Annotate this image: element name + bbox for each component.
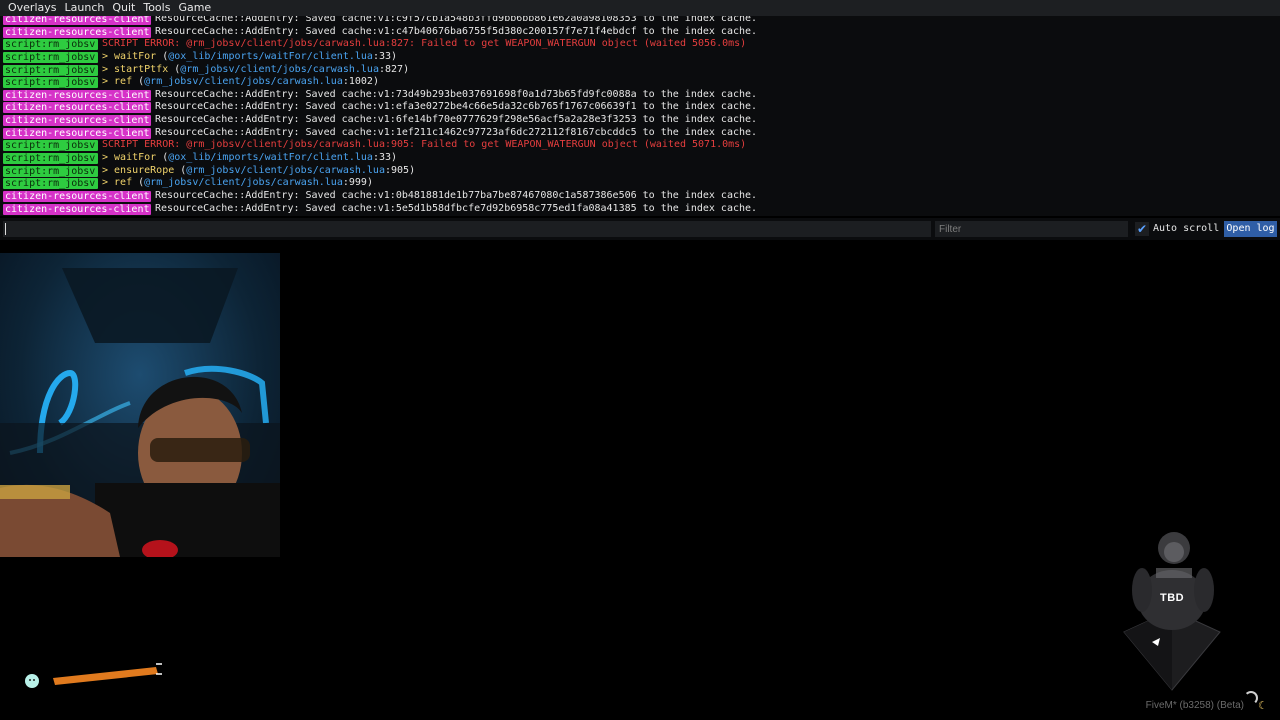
log-source-tag: script:rm_jobsv <box>3 165 98 177</box>
log-message: ResourceCache::AddEntry: Saved cache:v1:… <box>155 101 758 113</box>
loading-spinner-icon <box>1244 691 1258 705</box>
menu-item-tools[interactable]: Tools <box>139 0 174 16</box>
trace-path: @rm_jobsv/client/jobs/carwash.lua <box>144 76 343 88</box>
log-source-tag: script:rm_jobsv <box>3 140 98 152</box>
log-source-tag: citizen-resources-client <box>3 127 151 139</box>
trace-line-number: 905 <box>391 164 410 176</box>
trace-function: > waitFor <box>102 50 157 62</box>
trace-function: > waitFor <box>102 152 157 164</box>
trace-function: > ref <box>102 76 133 88</box>
moon-icon: ☾ <box>1258 699 1268 712</box>
fivem-version-label: FiveM* (b3258) (Beta) <box>1145 700 1244 711</box>
trace-path: @ox_lib/imports/waitFor/client.lua <box>168 152 373 164</box>
log-row: citizen-resources-client ResourceCache::A… <box>3 101 1265 114</box>
log-row: citizen-resources-client ResourceCache::A… <box>3 203 1265 216</box>
log-row: citizen-resources-client ResourceCache::A… <box>3 16 1265 26</box>
log-row: script:rm_jobsv > waitFor (@ox_lib/import… <box>3 51 1265 64</box>
command-input[interactable] <box>3 221 931 237</box>
log-row: citizen-resources-client ResourceCache::A… <box>3 89 1265 102</box>
log-message: ResourceCache::AddEntry: Saved cache:v1:… <box>155 189 758 201</box>
error-message: SCRIPT ERROR: @rm_jobsv/client/jobs/carw… <box>102 38 747 50</box>
menu-item-game[interactable]: Game <box>174 0 215 16</box>
stack-trace-message: > waitFor (@ox_lib/imports/waitFor/clien… <box>102 50 398 62</box>
log-row: script:rm_jobsv > waitFor (@ox_lib/import… <box>3 152 1265 165</box>
menu-item-overlays[interactable]: Overlays <box>4 0 61 16</box>
stack-trace-message: > ref (@rm_jobsv/client/jobs/carwash.lua… <box>102 76 379 88</box>
menu-bar: Overlays Launch Quit Tools Game <box>0 0 1280 16</box>
stack-trace-message: > ensureRope (@rm_jobsv/client/jobs/carw… <box>102 164 416 176</box>
log-source-tag: citizen-resources-client <box>3 102 151 114</box>
log-row: script:rm_jobsv > startPtfx (@rm_jobsv/cl… <box>3 64 1265 77</box>
trace-path: @rm_jobsv/client/jobs/carwash.lua <box>180 63 379 75</box>
log-source-tag: script:rm_jobsv <box>3 178 98 190</box>
log-row: citizen-resources-client ResourceCache::A… <box>3 26 1265 39</box>
hud-status-bar <box>25 663 162 688</box>
log-source-tag: citizen-resources-client <box>3 115 151 127</box>
trace-function: > startPtfx <box>102 63 169 75</box>
open-log-button[interactable]: Open log <box>1224 221 1277 237</box>
trace-line-number: 999 <box>348 177 367 189</box>
console-output[interactable]: citizen-resources-clientResourceCache::A… <box>0 16 1280 216</box>
log-message: ResourceCache::AddEntry: Saved cache:v1:… <box>155 16 758 24</box>
menu-item-quit[interactable]: Quit <box>108 0 139 16</box>
log-row: script:rm_jobsv SCRIPT ERROR: @rm_jobsv/c… <box>3 38 1265 51</box>
log-row: script:rm_jobsv > ensureRope (@rm_jobsv/c… <box>3 165 1265 178</box>
log-source-tag: citizen-resources-client <box>3 89 151 101</box>
log-message: ResourceCache::AddEntry: Saved cache:v1:… <box>155 126 758 138</box>
tbd-logo-label: TBD <box>1160 592 1185 604</box>
stack-trace-message: > waitFor (@ox_lib/imports/waitFor/clien… <box>102 152 398 164</box>
autoscroll-label: Auto scroll <box>1153 223 1220 234</box>
log-source-tag: citizen-resources-client <box>3 26 151 38</box>
menu-item-launch[interactable]: Launch <box>61 0 109 16</box>
log-row: citizen-resources-client ResourceCache::A… <box>3 127 1265 140</box>
error-message: SCRIPT ERROR: @rm_jobsv/client/jobs/carw… <box>102 139 747 151</box>
trace-line-number: 1002 <box>348 76 373 88</box>
log-source-tag: script:rm_jobsv <box>3 153 98 165</box>
log-row: citizen-resources-client ResourceCache::A… <box>3 114 1265 127</box>
log-message: ResourceCache::AddEntry: Saved cache:v1:… <box>155 202 758 214</box>
trace-line-number: 33 <box>378 50 392 62</box>
checkmark-icon: ✔ <box>1136 222 1148 236</box>
console-scrollbar[interactable] <box>1272 36 1276 216</box>
log-row: script:rm_jobsv > ref (@rm_jobsv/client/j… <box>3 177 1265 190</box>
trace-function: > ref <box>102 177 133 189</box>
filter-input[interactable] <box>935 221 1128 237</box>
trace-line-number: 33 <box>378 152 392 164</box>
log-source-tag: script:rm_jobsv <box>3 51 98 63</box>
stack-trace-message: > startPtfx (@rm_jobsv/client/jobs/carwa… <box>102 63 410 75</box>
trace-path: @rm_jobsv/client/jobs/carwash.lua <box>144 177 343 189</box>
log-source-tag: citizen-resources-client <box>3 190 151 202</box>
log-row: script:rm_jobsv SCRIPT ERROR: @rm_jobsv/c… <box>3 139 1265 152</box>
log-message: ResourceCache::AddEntry: Saved cache:v1:… <box>155 114 758 126</box>
webcam-image <box>0 268 280 557</box>
trace-line-number: 827 <box>385 63 404 75</box>
log-row: citizen-resources-client ResourceCache::A… <box>3 190 1265 203</box>
log-source-tag: script:rm_jobsv <box>3 64 98 76</box>
autoscroll-checkbox[interactable]: ✔ <box>1135 222 1149 236</box>
log-source-tag: citizen-resources-client <box>3 16 151 25</box>
console-log: citizen-resources-clientResourceCache::A… <box>3 16 1265 215</box>
log-row: script:rm_jobsv > ref (@rm_jobsv/client/j… <box>3 76 1265 89</box>
trace-path: @ox_lib/imports/waitFor/client.lua <box>168 50 373 62</box>
console-input-row: ✔ Auto scroll Open log <box>0 218 1280 240</box>
log-message: ResourceCache::AddEntry: Saved cache:v1:… <box>155 25 758 37</box>
log-source-tag: citizen-resources-client <box>3 203 151 215</box>
trace-path: @rm_jobsv/client/jobs/carwash.lua <box>186 164 385 176</box>
stack-trace-message: > ref (@rm_jobsv/client/jobs/carwash.lua… <box>102 177 373 189</box>
text-cursor <box>5 223 6 235</box>
tbd-monkey-logo <box>1123 532 1221 691</box>
log-message: ResourceCache::AddEntry: Saved cache:v1:… <box>155 88 758 100</box>
log-source-tag: script:rm_jobsv <box>3 77 98 89</box>
webcam-overlay <box>0 253 280 557</box>
trace-function: > ensureRope <box>102 164 175 176</box>
log-source-tag: script:rm_jobsv <box>3 39 98 51</box>
